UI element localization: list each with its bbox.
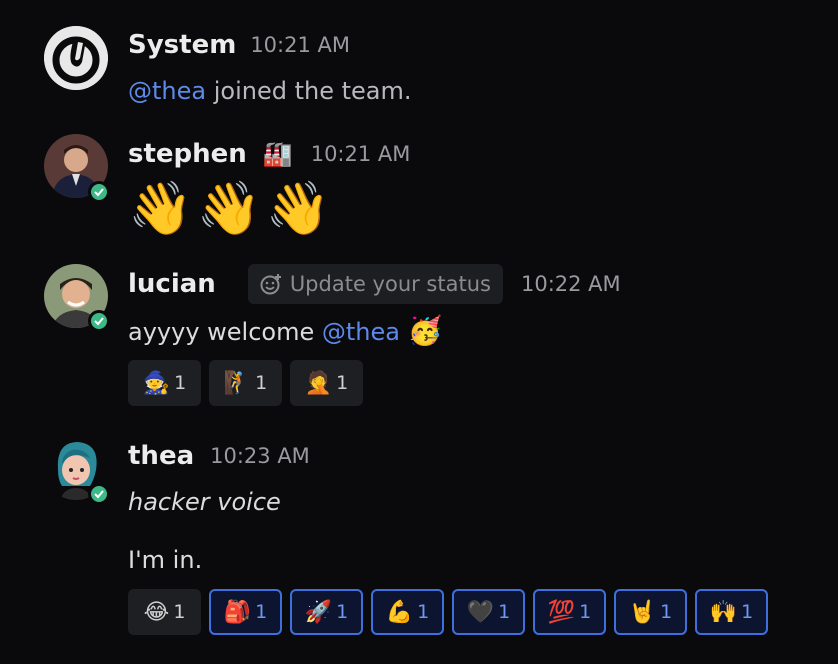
reaction-list: 🧙 1 🧗 1 🤦 1	[128, 360, 363, 406]
smiley-plus-icon	[260, 274, 281, 295]
party-emoji: 🥳	[407, 314, 443, 347]
post-message-italic: hacker voice	[128, 488, 281, 516]
reaction-count: 1	[741, 601, 754, 623]
post-timestamp[interactable]: 10:22 AM	[521, 272, 621, 296]
reaction-list: 😂 1 🎒 1 🚀 1 💪 1 🖤 1 💯 1 🤘 1 🙌 1	[128, 589, 768, 635]
post-username[interactable]: stephen	[128, 139, 247, 169]
reaction-emoji: 🤘	[628, 599, 657, 625]
reaction-count: 1	[579, 601, 592, 623]
reaction-count: 1	[255, 372, 268, 394]
reaction-emoji: 💯	[547, 599, 576, 625]
reaction-emoji: 🙌	[709, 599, 738, 625]
online-status-icon	[88, 181, 110, 203]
reaction-emoji: 🤦	[304, 370, 333, 396]
reaction-count: 1	[174, 372, 187, 394]
mattermost-logo-icon	[44, 26, 108, 90]
post-message: ayyyy welcome @thea 🥳	[128, 314, 442, 347]
reaction-count: 1	[336, 372, 349, 394]
reaction-emoji: 🎒	[223, 599, 252, 625]
online-status-icon	[88, 483, 110, 505]
reaction-count: 1	[498, 601, 511, 623]
custom-status-emoji[interactable]: 🏭	[263, 140, 293, 168]
reaction-count: 1	[660, 601, 673, 623]
post-timestamp[interactable]: 10:21 AM	[311, 142, 411, 166]
message-text: joined the team.	[206, 77, 412, 105]
message-text: ayyyy welcome	[128, 318, 322, 346]
post-username[interactable]: System	[128, 30, 236, 60]
reaction-button[interactable]: 🙌 1	[695, 589, 768, 635]
reaction-button[interactable]: 😂 1	[128, 589, 201, 635]
reaction-button[interactable]: 🚀 1	[290, 589, 363, 635]
reaction-count: 1	[336, 601, 349, 623]
post-username[interactable]: lucian	[128, 269, 216, 299]
reaction-emoji: 😂	[143, 599, 170, 625]
reaction-emoji: 🧙	[142, 370, 171, 396]
mention-link[interactable]: @thea	[322, 318, 400, 346]
reaction-button[interactable]: 🎒 1	[209, 589, 282, 635]
post-username[interactable]: thea	[128, 441, 194, 471]
post-message: @thea joined the team.	[128, 77, 412, 105]
reaction-count: 1	[417, 601, 430, 623]
reaction-button[interactable]: 🤘 1	[614, 589, 687, 635]
reaction-emoji: 🚀	[304, 599, 333, 625]
reaction-button[interactable]: 🧙 1	[128, 360, 201, 406]
reaction-button[interactable]: 💪 1	[371, 589, 444, 635]
system-avatar[interactable]	[44, 26, 108, 90]
post-message: I'm in.	[128, 546, 203, 574]
post-message: 👋👋👋	[128, 179, 335, 239]
reaction-count: 1	[173, 601, 186, 623]
post-timestamp[interactable]: 10:21 AM	[250, 33, 350, 57]
mention-link[interactable]: @thea	[128, 77, 206, 105]
reaction-button[interactable]: 🧗 1	[209, 360, 282, 406]
status-label: Update your status	[289, 272, 491, 296]
post-timestamp[interactable]: 10:23 AM	[210, 444, 310, 468]
reaction-button[interactable]: 🖤 1	[452, 589, 525, 635]
reaction-count: 1	[255, 601, 268, 623]
update-status-button[interactable]: Update your status	[247, 264, 503, 304]
online-status-icon	[88, 310, 110, 332]
reaction-button[interactable]: 🤦 1	[290, 360, 363, 406]
reaction-emoji: 💪	[385, 599, 414, 625]
reaction-button[interactable]: 💯 1	[533, 589, 606, 635]
reaction-emoji: 🖤	[466, 599, 495, 625]
reaction-emoji: 🧗	[223, 370, 252, 396]
